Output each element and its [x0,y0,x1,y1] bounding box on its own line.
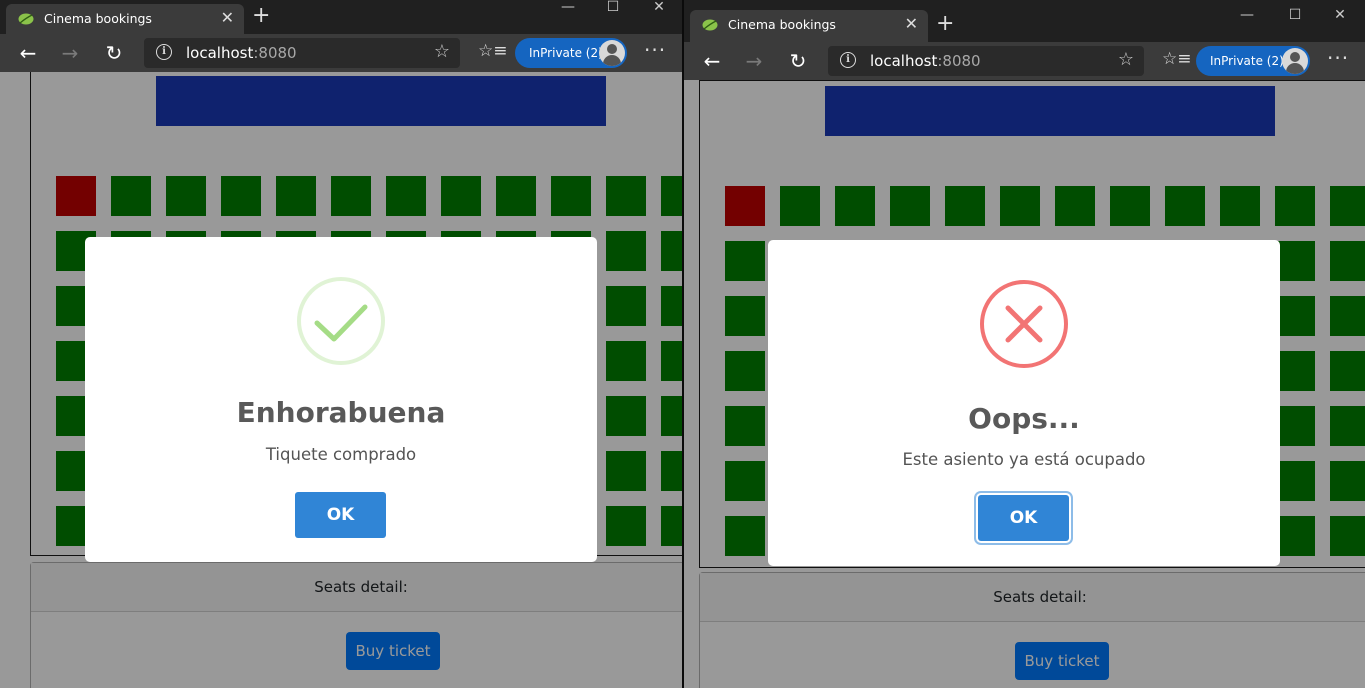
info-icon[interactable]: i [840,52,856,68]
refresh-icon[interactable]: ↻ [784,48,812,74]
close-tab-icon[interactable]: ✕ [221,8,234,27]
inprivate-label: InPrivate (2) [529,46,603,60]
ellipsis-icon[interactable]: ··· [1327,46,1349,70]
tab-bar: Cinema bookings ✕ + — ☐ ✕ [0,0,682,34]
dialog-title: Oops... [968,402,1080,435]
avatar-icon [1282,48,1308,74]
url-text[interactable]: localhost:8080 [186,44,297,62]
inprivate-button[interactable]: InPrivate (2) [1196,46,1310,76]
tab-title: Cinema bookings [44,11,152,26]
tab-bar: Cinema bookings ✕ + — ☐ ✕ [684,0,1365,42]
avatar-icon [599,40,625,66]
arrow-left-icon[interactable]: ← [698,48,726,74]
error-x-icon [980,280,1068,368]
url-box[interactable]: i localhost:8080 ☆ [144,38,460,68]
browser-window-left: Cinema bookings ✕ + — ☐ ✕ ← → ↻ i localh… [0,0,682,688]
maximize-icon[interactable]: ☐ [590,0,636,22]
modal-backdrop[interactable]: Oops... Este asiento ya está ocupado OK [684,80,1365,688]
refresh-icon[interactable]: ↻ [100,40,128,66]
tab-cinema-bookings[interactable]: Cinema bookings ✕ [690,10,928,42]
url-text[interactable]: localhost:8080 [870,52,981,70]
minimize-icon[interactable]: — [545,0,591,22]
new-tab-icon[interactable]: + [936,12,954,36]
inprivate-label: InPrivate (2) [1210,54,1284,68]
dialog-title: Enhorabuena [236,396,446,429]
info-icon[interactable]: i [156,44,172,60]
close-window-icon[interactable]: ✕ [1317,0,1363,30]
ok-button[interactable]: OK [295,492,386,538]
url-port: :8080 [253,44,297,62]
url-box[interactable]: i localhost:8080 ☆ [828,46,1144,76]
minimize-icon[interactable]: — [1224,0,1270,30]
ellipsis-icon[interactable]: ··· [644,38,666,62]
favorites-icon[interactable]: ☆≡ [478,41,507,61]
new-tab-icon[interactable]: + [252,4,270,28]
success-check-icon [297,277,385,365]
arrow-right-icon[interactable]: → [740,48,768,74]
url-port: :8080 [937,52,981,70]
url-host: localhost [186,44,254,62]
star-icon[interactable]: ☆ [1118,49,1134,70]
address-bar: ← → ↻ i localhost:8080 ☆ ☆≡ InPrivate (2… [684,42,1365,80]
url-host: localhost [870,52,938,70]
address-bar: ← → ↻ i localhost:8080 ☆ ☆≡ InPrivate (2… [0,34,682,72]
inprivate-button[interactable]: InPrivate (2) [515,38,627,68]
success-dialog: Enhorabuena Tiquete comprado OK [85,237,597,562]
leaf-icon [702,19,718,31]
favorites-icon[interactable]: ☆≡ [1162,49,1191,69]
maximize-icon[interactable]: ☐ [1272,0,1318,30]
browser-window-right: Cinema bookings ✕ + — ☐ ✕ ← → ↻ i localh… [684,0,1365,688]
dialog-text: Tiquete comprado [265,445,417,464]
dialog-text: Este asiento ya está ocupado [902,450,1146,469]
close-window-icon[interactable]: ✕ [636,0,682,22]
ok-button[interactable]: OK [978,495,1069,541]
leaf-icon [18,13,34,25]
arrow-right-icon[interactable]: → [56,40,84,66]
tab-cinema-bookings[interactable]: Cinema bookings ✕ [6,4,244,34]
tab-title: Cinema bookings [728,17,836,32]
close-tab-icon[interactable]: ✕ [905,14,918,33]
star-icon[interactable]: ☆ [434,41,450,62]
error-dialog: Oops... Este asiento ya está ocupado OK [768,240,1280,566]
modal-backdrop[interactable]: Enhorabuena Tiquete comprado OK [0,72,682,688]
arrow-left-icon[interactable]: ← [14,40,42,66]
